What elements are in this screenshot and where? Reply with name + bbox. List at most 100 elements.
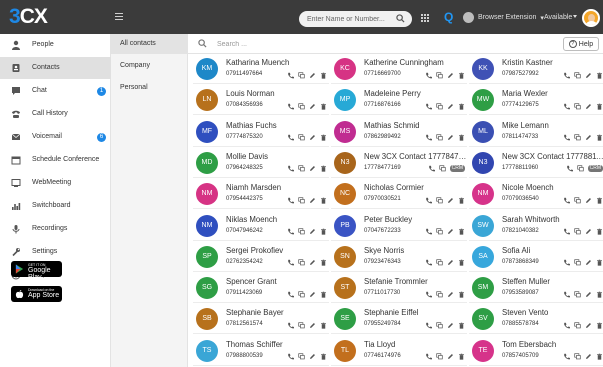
contact-card[interactable]: MW Maria Wexler 07774129675 [469,87,603,116]
contact-card[interactable]: N3 New 3CX Contact 17778811... 17778811960… [469,149,603,178]
contact-card[interactable]: MP Madeleine Perry 07716876166 [331,87,467,116]
status-chevron-icon[interactable] [573,15,577,18]
call-icon[interactable] [425,72,432,79]
edit-icon[interactable] [309,134,316,141]
delete-icon[interactable] [320,134,327,141]
edit-icon[interactable] [309,259,316,266]
contact-card[interactable]: PB Peter Buckley 07047672233 [331,212,467,241]
dialpad-icon[interactable] [421,14,429,22]
call-icon[interactable] [563,197,570,204]
chat-icon[interactable] [574,103,581,110]
q-icon[interactable]: Q [444,10,453,24]
sidebar-item-chat[interactable]: Chat 1 [0,80,111,102]
call-icon[interactable] [563,72,570,79]
call-icon[interactable] [425,291,432,298]
contacts-search-input[interactable] [217,38,517,50]
contact-card[interactable]: SW Sarah Whitworth 07821040382 [469,212,603,241]
contact-card[interactable]: KK Kristin Kastner 07987527992 [469,56,603,84]
edit-icon[interactable] [585,291,592,298]
edit-icon[interactable] [585,228,592,235]
contact-card[interactable]: KM Katharina Muench 07911497664 [193,56,329,84]
chat-icon[interactable] [436,134,443,141]
chat-icon[interactable] [298,290,305,298]
delete-icon[interactable] [596,322,603,329]
call-icon[interactable] [563,353,570,360]
delete-icon[interactable] [320,322,327,329]
call-icon[interactable] [566,165,573,172]
contact-card[interactable]: SB Stephanie Bayer 07812561574 [193,306,329,335]
call-icon[interactable] [425,259,432,266]
contact-card[interactable]: ML Mike Lemann 07811474733 [469,118,603,147]
call-icon[interactable] [425,134,432,141]
edit-icon[interactable] [585,259,592,266]
contact-card[interactable]: SG Spencer Grant 07911423069 [193,275,329,304]
delete-icon[interactable] [320,259,327,266]
delete-icon[interactable] [596,197,603,204]
edit-icon[interactable] [585,322,592,329]
delete-icon[interactable] [320,165,327,173]
call-icon[interactable] [287,228,294,235]
delete-icon[interactable] [596,134,603,141]
chat-icon[interactable] [298,165,305,172]
global-search[interactable] [299,11,412,27]
call-icon[interactable] [425,197,432,204]
edit-icon[interactable] [309,322,316,329]
contact-card[interactable]: SN Skye Norris 07923476343 [331,243,467,272]
delete-icon[interactable] [320,228,327,235]
chat-icon[interactable] [298,134,305,141]
edit-icon[interactable] [309,165,316,172]
call-icon[interactable] [428,165,435,172]
chat-icon[interactable] [576,165,584,172]
call-icon[interactable] [563,228,570,235]
delete-icon[interactable] [458,134,465,141]
filter-company[interactable]: Company [111,56,188,76]
user-avatar[interactable] [582,9,600,27]
crm-badge[interactable]: CRM [587,165,603,173]
app-store-button[interactable]: Download on the App Store [11,286,62,302]
delete-icon[interactable] [458,322,465,329]
edit-icon[interactable] [585,353,592,360]
delete-icon[interactable] [458,353,465,360]
delete-icon[interactable] [596,103,603,110]
edit-icon[interactable] [447,103,454,110]
edit-icon[interactable] [447,322,454,329]
call-icon[interactable] [287,291,294,298]
edit-icon[interactable] [447,134,454,141]
sidebar-item-voicemail[interactable]: Voicemail 6 [0,126,111,148]
delete-icon[interactable] [596,353,603,360]
call-icon[interactable] [287,134,294,141]
call-icon[interactable] [425,353,432,360]
contact-card[interactable]: MS Mathias Schmid 07862989492 [331,118,467,147]
edit-icon[interactable] [447,72,454,79]
sidebar-item-people[interactable]: People [0,34,111,56]
contact-card[interactable]: ST Stefanie Trommler 07711017730 [331,275,467,304]
delete-icon[interactable] [458,197,465,204]
edit-icon[interactable] [309,291,316,298]
contact-card[interactable]: SP Sergei Prokofiev 02762354242 [193,243,329,272]
chat-icon[interactable] [298,322,305,329]
call-icon[interactable] [425,322,432,329]
sidebar-item-recordings[interactable]: Recordings [0,218,111,240]
contact-card[interactable]: NM Niamh Marsden 07954442375 [193,181,329,210]
sidebar-item-call-history[interactable]: Call History [0,103,111,125]
chat-icon[interactable] [574,322,581,329]
delete-icon[interactable] [458,72,465,79]
search-icon[interactable] [396,14,405,23]
sidebar-item-schedule-conference[interactable]: Schedule Conference [0,149,111,171]
call-icon[interactable] [287,353,294,360]
call-icon[interactable] [425,103,432,110]
edit-icon[interactable] [447,353,454,360]
chat-icon[interactable] [298,259,305,266]
chat-icon[interactable] [298,228,305,235]
contact-card[interactable]: KC Katherine Cunningham 07716669700 [331,56,467,84]
chat-icon[interactable] [436,71,443,79]
edit-icon[interactable] [585,197,592,204]
call-icon[interactable] [563,259,570,266]
chat-icon[interactable] [574,290,581,298]
contact-card[interactable]: SM Steffen Muller 07953589087 [469,275,603,304]
sidebar-item-switchboard[interactable]: Switchboard [0,195,111,217]
call-icon[interactable] [287,165,294,172]
contact-card[interactable]: LN Louis Norman 07084356936 [193,87,329,116]
edit-icon[interactable] [447,291,454,298]
chat-icon[interactable] [574,353,581,360]
